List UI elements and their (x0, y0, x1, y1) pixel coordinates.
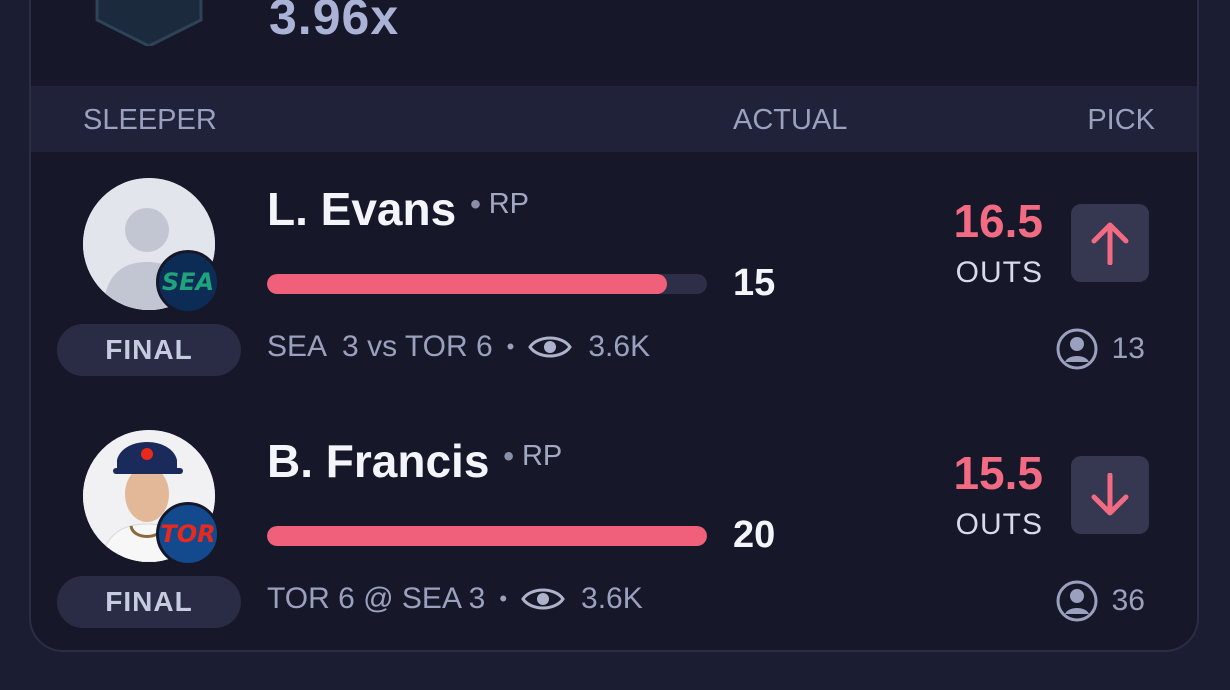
game-meta: SEA 3 vs TOR 6 • 3.6K (267, 330, 651, 363)
shield-logo-icon (95, 0, 203, 46)
pickers-count: 13 (1056, 328, 1145, 370)
column-actual: ACTUAL (733, 104, 848, 136)
progress-bar (267, 274, 707, 294)
progress-bar (267, 526, 707, 546)
line-unit: OUTS (955, 508, 1043, 541)
player-row[interactable]: TOR FINAL B. Francis • RP 20 TOR 6 @ SEA 3… (31, 430, 1197, 650)
pick-card: 3.96x SLEEPER ACTUAL PICK SEA FINAL L. E… (29, 0, 1199, 652)
player-row[interactable]: SEA FINAL L. Evans • RP 15 SEA 3 vs TOR 6 … (31, 178, 1197, 430)
arrow-down-icon (1091, 473, 1129, 516)
actual-value: 20 (733, 514, 776, 556)
pick-over-button[interactable] (1071, 204, 1149, 282)
column-sleeper: SLEEPER (83, 104, 217, 136)
game-status-badge: FINAL (57, 576, 241, 628)
eye-icon (521, 588, 565, 610)
player-name[interactable]: B. Francis • RP (267, 434, 562, 488)
line-unit: OUTS (955, 256, 1043, 289)
player-name[interactable]: L. Evans • RP (267, 182, 529, 236)
pick-under-button[interactable] (1071, 456, 1149, 534)
column-headers: SLEEPER ACTUAL PICK (31, 86, 1197, 152)
eye-icon (528, 336, 573, 358)
line-value: 16.5 (953, 195, 1043, 247)
team-badge: TOR (156, 502, 220, 566)
matchup-text: SEA 3 vs TOR 6 (267, 330, 493, 363)
team-badge: SEA (156, 250, 220, 314)
pickers-count: 36 (1056, 580, 1145, 622)
player-position: RP (488, 188, 530, 221)
progress-fill (267, 274, 668, 294)
column-pick: PICK (1087, 104, 1155, 136)
arrow-up-icon (1091, 222, 1129, 265)
matchup-text: TOR 6 @ SEA 3 (267, 582, 486, 615)
user-icon (1056, 580, 1098, 622)
views-count: 3.6K (581, 582, 643, 615)
player-position: RP (521, 440, 563, 473)
card-header: 3.96x (31, 0, 1197, 86)
views-count: 3.6K (588, 330, 651, 363)
line-value: 15.5 (953, 447, 1043, 499)
progress-fill (267, 526, 707, 546)
game-status-badge: FINAL (57, 324, 241, 376)
actual-value: 15 (733, 262, 776, 304)
user-icon (1056, 328, 1098, 370)
game-meta: TOR 6 @ SEA 3 • 3.6K (267, 582, 643, 615)
payout-multiplier: 3.96x (269, 0, 400, 45)
